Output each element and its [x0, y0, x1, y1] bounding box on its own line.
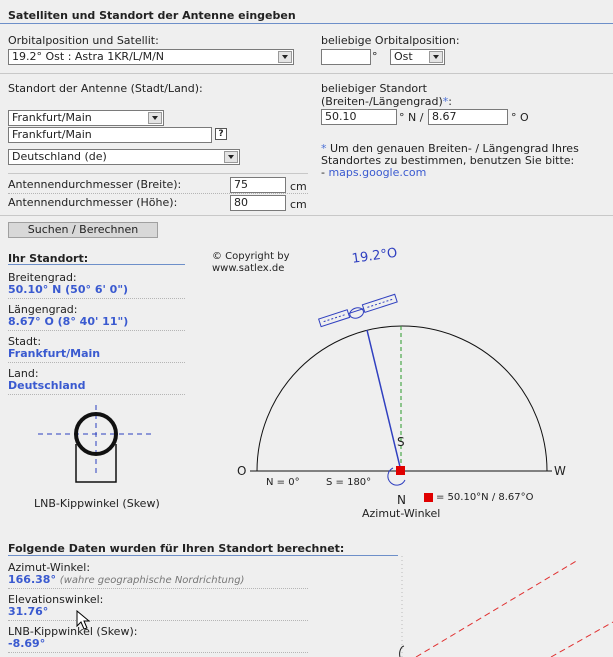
section-divider — [8, 555, 398, 556]
divider — [8, 330, 185, 331]
divider — [8, 652, 308, 653]
divider — [8, 173, 308, 174]
copyright-line-1: © Copyright by — [212, 251, 290, 262]
divider — [8, 362, 185, 363]
horizon-arc — [256, 325, 548, 472]
location-label: Standort der Antenne (Stadt/Land): — [8, 82, 203, 95]
chevron-down-icon — [278, 51, 292, 63]
chevron-down-icon — [148, 112, 162, 124]
orbital-select[interactable]: 19.2° Ost : Astra 1KR/L/M/N — [8, 49, 294, 65]
direction-select[interactable]: Ost — [390, 49, 445, 65]
chevron-down-icon — [224, 151, 238, 163]
divider — [8, 298, 185, 299]
city-value: Frankfurt/Main — [8, 347, 101, 360]
elevation-line — [415, 559, 579, 657]
divider — [0, 73, 613, 74]
height-label: Antennendurchmesser (Höhe): — [8, 196, 178, 209]
custom-location-label: beliebiger Standort — [321, 82, 427, 95]
compass-west: W — [554, 464, 566, 478]
section-divider — [8, 264, 185, 265]
lat-value: 50.10° N (50° 6' 0") — [8, 283, 129, 296]
south-value: S = 180° — [326, 477, 372, 488]
chevron-down-icon — [429, 51, 443, 63]
compass-east: O — [237, 464, 247, 478]
orbital-label: Orbitalposition und Satellit: — [8, 34, 159, 47]
custom-location-sub-text: (Breiten-/Längengrad) — [321, 95, 443, 108]
latitude-input[interactable]: 50.10 — [321, 109, 397, 125]
skew-value: -8.69° — [8, 637, 46, 650]
lon-value: 8.67° O (8° 40' 11") — [8, 315, 129, 328]
latitude-unit: ° N / — [399, 111, 424, 124]
divider — [8, 193, 308, 194]
maps-link[interactable]: maps.google.com — [328, 166, 426, 179]
azimut-value-row: 166.38° (wahre geographische Nordrichtun… — [8, 573, 244, 586]
height-unit: cm — [290, 198, 307, 211]
page-title: Satelliten und Standort der Antenne eing… — [8, 9, 296, 22]
country-value: Deutschland — [8, 379, 86, 392]
mouse-cursor-icon — [76, 610, 91, 630]
direction-select-value: Ost — [394, 50, 413, 63]
elevation-line-2 — [550, 621, 613, 657]
satellite-icon — [318, 293, 398, 328]
country-select[interactable]: Deutschland (de) — [8, 149, 240, 165]
header-divider — [0, 23, 613, 24]
height-input[interactable]: 80 — [230, 195, 286, 211]
skew-caption: LNB-Kippwinkel (Skew) — [34, 497, 160, 510]
azimuth-diagram — [250, 293, 552, 486]
width-label: Antennendurchmesser (Breite): — [8, 178, 182, 191]
custom-location-sublabel: (Breiten-/Längengrad)*: — [321, 95, 452, 108]
custom-orbital-input[interactable] — [321, 49, 371, 65]
custom-orbital-label: beliebige Orbitalposition: — [321, 34, 460, 47]
compass-south: S — [397, 435, 405, 449]
divider — [0, 215, 613, 216]
location-marker — [396, 466, 405, 475]
north-value: N = 0° — [266, 477, 300, 488]
position-legend: = 50.10°N / 8.67°O — [436, 492, 534, 503]
satellite-position-label: 19.2°O — [351, 245, 399, 267]
submit-button[interactable]: Suchen / Berechnen — [8, 222, 158, 238]
azimuth-caption: Azimut-Winkel — [362, 507, 441, 520]
results-title: Folgende Daten wurden für Ihren Standort… — [8, 542, 345, 555]
width-unit: cm — [290, 180, 307, 193]
divider — [8, 394, 185, 395]
city-select[interactable]: Frankfurt/Main — [8, 110, 164, 126]
width-input[interactable]: 75 — [230, 177, 286, 193]
copyright-line-2: www.satlex.de — [212, 263, 285, 274]
lnb-skew-diagram — [38, 405, 155, 483]
help-button[interactable]: ? — [215, 128, 227, 140]
compass-north: N — [397, 493, 406, 507]
city-input[interactable]: Frankfurt/Main — [8, 127, 212, 143]
longitude-input[interactable]: 8.67 — [428, 109, 508, 125]
city-select-value: Frankfurt/Main — [12, 111, 92, 124]
dish-edge-icon — [399, 645, 405, 657]
degree-unit: ° — [372, 50, 378, 63]
azimut-note: (wahre geographische Nordrichtung) — [59, 575, 245, 586]
country-select-value: Deutschland (de) — [12, 150, 107, 163]
elevation-value: 31.76° — [8, 605, 49, 618]
copyright-text: © Copyright by www.satlex.de — [212, 251, 290, 275]
location-note: * Um den genauen Breiten- / Längengrad I… — [321, 143, 579, 179]
elevation-diagram — [399, 556, 613, 657]
legend-marker — [424, 493, 433, 502]
longitude-unit: ° O — [511, 111, 529, 124]
divider — [8, 620, 308, 621]
azimuth-line — [366, 329, 402, 472]
divider — [8, 588, 308, 589]
azimut-value: 166.38° — [8, 573, 56, 586]
orbital-select-value: 19.2° Ost : Astra 1KR/L/M/N — [12, 50, 165, 63]
